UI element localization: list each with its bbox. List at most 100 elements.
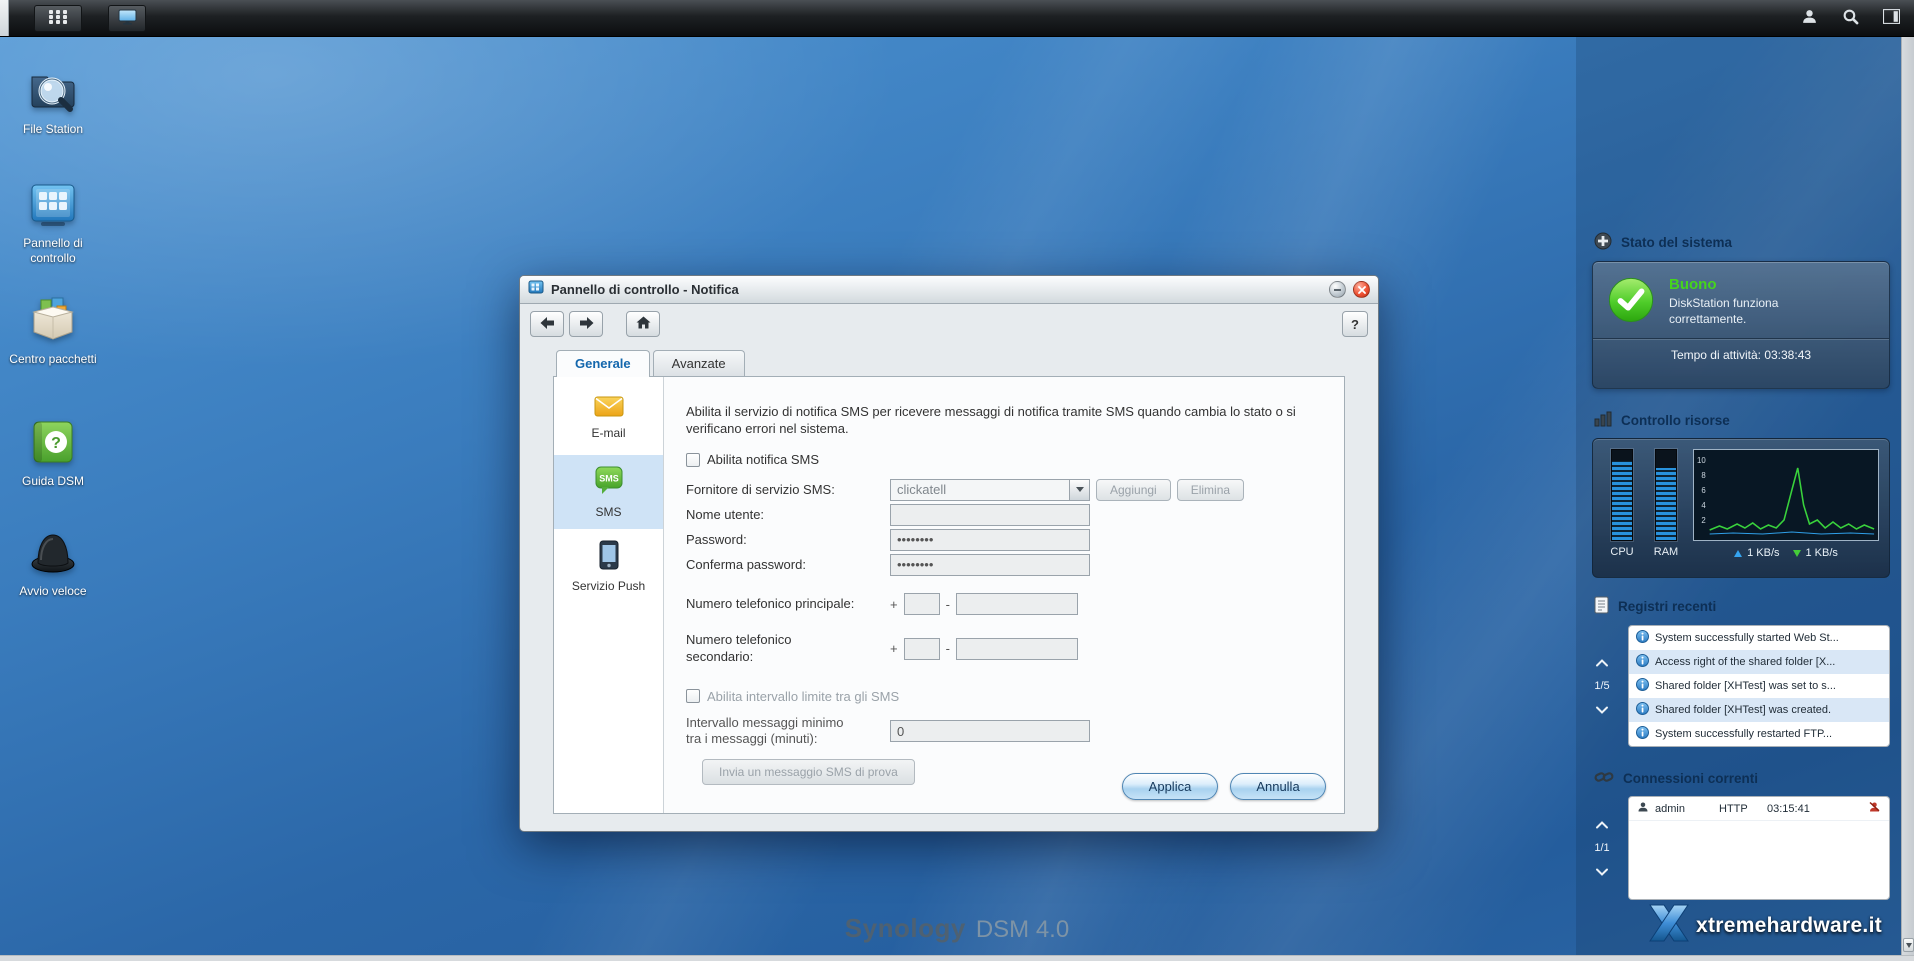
logs-icon xyxy=(1594,596,1609,617)
desktop-icon-label: Guida DSM xyxy=(21,474,85,488)
close-icon xyxy=(1357,282,1366,297)
enable-sms-checkbox[interactable] xyxy=(686,452,700,467)
window-controls xyxy=(1329,281,1370,298)
user-button[interactable] xyxy=(1801,8,1818,28)
form-actions: Applica Annulla xyxy=(1122,773,1326,800)
info-icon xyxy=(1636,630,1649,646)
nav-item-label: Servizio Push xyxy=(571,578,646,593)
secondary-phone-input[interactable] xyxy=(955,637,1078,660)
provider-label: Fornitore di servizio SMS: xyxy=(686,481,835,497)
desktop-icon-package-center[interactable]: Centro pacchetti xyxy=(2,293,104,367)
svg-text:SMS: SMS xyxy=(599,473,619,483)
delete-provider-button[interactable]: Elimina xyxy=(1176,478,1245,501)
resource-monitor-header: Controllo risorse xyxy=(1576,411,1902,430)
widget-title: Stato del sistema xyxy=(1621,235,1733,250)
user-small-icon xyxy=(1637,801,1649,816)
connections-pager: 1/1 xyxy=(1576,796,1628,900)
logs-page-down-button[interactable] xyxy=(1593,700,1611,719)
chevron-up-icon xyxy=(1595,817,1609,832)
help-button[interactable]: ? xyxy=(1342,311,1368,337)
resource-bars-icon xyxy=(1594,411,1612,430)
nav-item-email[interactable]: E-mail xyxy=(554,381,663,455)
provider-select[interactable]: clickatell xyxy=(890,478,1090,501)
disconnect-icon[interactable] xyxy=(1868,801,1881,816)
log-list: System successfully started Web St... Ac… xyxy=(1628,625,1890,747)
desktop-icon-file-station[interactable]: File Station xyxy=(2,63,104,137)
connections-page-up-button[interactable] xyxy=(1593,815,1611,834)
logs-page-up-button[interactable] xyxy=(1593,653,1611,672)
home-button[interactable] xyxy=(626,311,660,337)
control-panel-window: Pannello di controllo - Notifica ? Gener… xyxy=(519,275,1379,832)
secondary-country-code-input[interactable] xyxy=(903,637,940,660)
widgets-toggle-button[interactable] xyxy=(1883,9,1900,27)
plus-sign: + xyxy=(890,641,898,657)
primary-country-code-input[interactable] xyxy=(903,593,940,616)
main-menu-icon xyxy=(49,9,67,27)
forward-button[interactable] xyxy=(569,311,603,337)
nav-item-label: E-mail xyxy=(591,426,626,440)
info-icon xyxy=(1636,726,1649,742)
interval-enable-checkbox[interactable] xyxy=(686,689,700,704)
connections-page-down-button[interactable] xyxy=(1593,862,1611,881)
tab-avanzate[interactable]: Avanzate xyxy=(652,350,745,376)
brand-name: Synology xyxy=(844,913,966,943)
watermark-x-logo xyxy=(1646,903,1692,948)
desktop-icon-control-panel[interactable]: Pannello di controllo xyxy=(2,177,104,266)
scroll-down-icon xyxy=(1905,942,1912,948)
forward-icon xyxy=(579,316,594,332)
cpu-label: CPU xyxy=(1610,546,1634,558)
dsm-help-icon: ? xyxy=(2,415,104,469)
scroll-down-button[interactable] xyxy=(1903,938,1914,952)
network-traffic: 1 KB/s 1 KB/s xyxy=(1693,547,1879,559)
sms-description: Abilita il servizio di notifica SMS per … xyxy=(686,404,1296,437)
close-button[interactable] xyxy=(1353,281,1370,298)
apply-button[interactable]: Applica xyxy=(1122,773,1218,800)
provider-selected-value: clickatell xyxy=(897,482,947,498)
log-entry[interactable]: Shared folder [XHTest] was set to s... xyxy=(1629,674,1889,698)
sms-settings-form: Abilita il servizio di notifica SMS per … xyxy=(664,377,1344,813)
interval-label: Intervallo messaggi minimo tra i messagg… xyxy=(686,714,844,747)
primary-phone-row: Numero telefonico principale: + - xyxy=(686,588,1326,620)
system-status-detail: DiskStation funziona correttamente. xyxy=(1669,296,1779,326)
show-desktop-button[interactable] xyxy=(108,4,146,32)
desktop-icon-dsm-help[interactable]: ? Guida DSM xyxy=(2,415,104,489)
send-test-sms-button[interactable]: Invia un messaggio SMS di prova xyxy=(702,759,915,786)
minimize-button[interactable] xyxy=(1329,281,1346,298)
log-entry[interactable]: Shared folder [XHTest] was created. xyxy=(1629,698,1889,722)
log-entry[interactable]: System successfully restarted FTP... xyxy=(1629,722,1889,746)
username-input[interactable] xyxy=(890,503,1090,526)
control-panel-window-icon xyxy=(528,279,544,300)
nav-item-push-service[interactable]: Servizio Push xyxy=(554,529,663,603)
info-icon xyxy=(1636,702,1649,718)
topbar xyxy=(0,0,1914,37)
window-toolbar: ? xyxy=(520,304,1378,344)
tab-generale[interactable]: Generale xyxy=(556,350,650,377)
desktop-icon-quick-launch[interactable]: Avvio veloce xyxy=(2,525,104,599)
file-station-icon xyxy=(2,63,104,117)
cancel-button[interactable]: Annulla xyxy=(1230,773,1326,800)
interval-input[interactable]: 0 xyxy=(890,720,1090,743)
main-menu-button[interactable] xyxy=(34,4,82,32)
svg-text:6: 6 xyxy=(1701,486,1706,495)
log-entry[interactable]: Access right of the shared folder [X... xyxy=(1629,650,1889,674)
window-titlebar[interactable]: Pannello di controllo - Notifica xyxy=(520,276,1378,304)
ram-meter: RAM xyxy=(1649,449,1683,577)
log-entry[interactable]: System successfully started Web St... xyxy=(1629,626,1889,650)
svg-text:4: 4 xyxy=(1701,501,1706,510)
notification-nav: E-mail SMS SMS Servizio Push xyxy=(554,377,664,813)
select-arrow-icon xyxy=(1069,479,1089,500)
connection-protocol: HTTP xyxy=(1719,802,1748,815)
page-scrollbar[interactable] xyxy=(1901,37,1914,961)
search-button[interactable] xyxy=(1842,8,1859,28)
enable-sms-label: Abilita notifica SMS xyxy=(707,452,819,468)
widget-title: Connessioni correnti xyxy=(1623,771,1759,786)
interval-enable-label: Abilita intervallo limite tra gli SMS xyxy=(707,688,900,704)
confirm-password-input[interactable]: •••••••• xyxy=(890,553,1090,576)
back-button[interactable] xyxy=(530,311,564,337)
interval-enable-row: Abilita intervallo limite tra gli SMS xyxy=(686,689,1326,704)
primary-phone-input[interactable] xyxy=(955,593,1078,616)
back-icon xyxy=(540,316,555,332)
add-provider-button[interactable]: Aggiungi xyxy=(1096,478,1171,501)
password-input[interactable]: •••••••• xyxy=(890,528,1090,551)
nav-item-sms[interactable]: SMS SMS xyxy=(554,455,663,529)
